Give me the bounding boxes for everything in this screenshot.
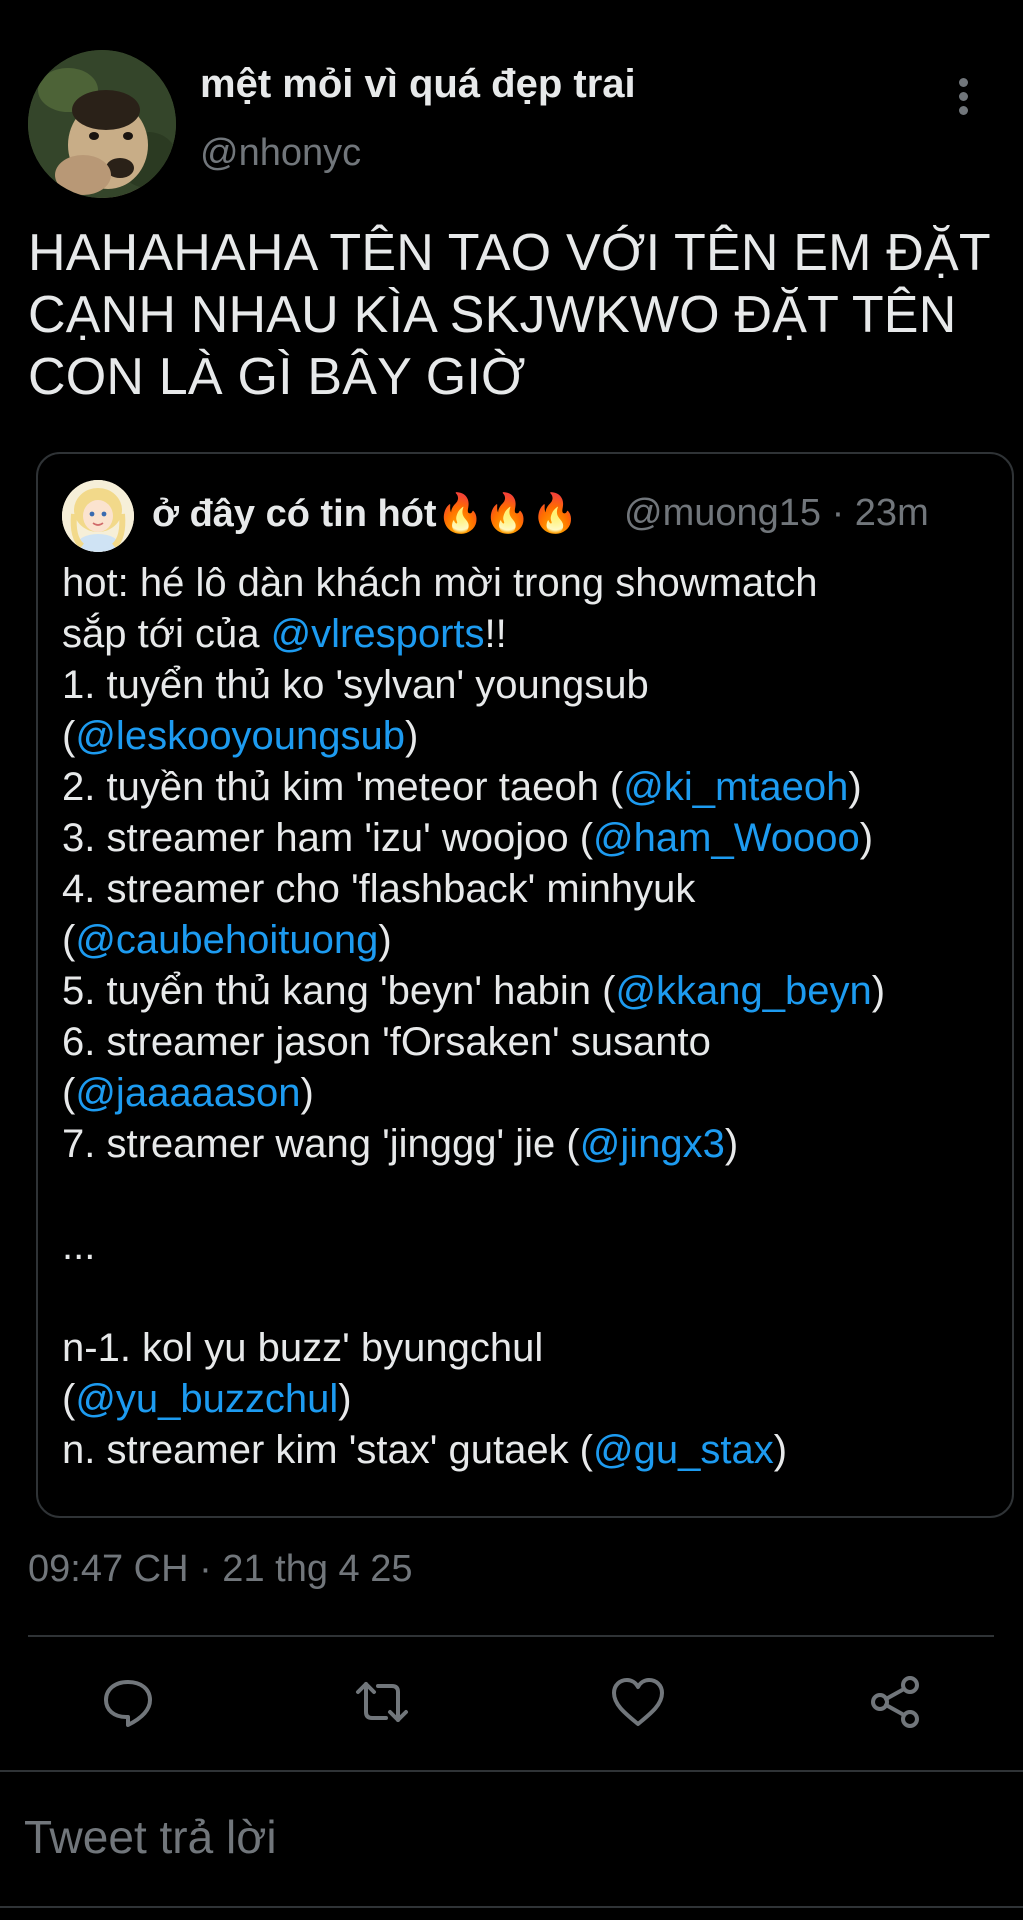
mention-link[interactable]: @jaaaaason xyxy=(75,1071,300,1115)
reply-icon[interactable] xyxy=(98,1672,158,1732)
quoted-text-line: (@yu_buzzchul) xyxy=(62,1374,992,1425)
dog-avatar-image xyxy=(28,50,176,198)
quoted-text: 7. streamer wang 'jinggg' jie ( xyxy=(62,1122,580,1166)
quoted-text: !! xyxy=(484,612,507,656)
quoted-text: 3. streamer ham 'izu' woojoo ( xyxy=(62,816,594,860)
quoted-text: ) xyxy=(300,1071,314,1115)
quoted-text-line: 4. streamer cho 'flashback' minhyuk xyxy=(62,864,992,915)
quoted-text-line xyxy=(62,1272,992,1323)
quoted-text: ( xyxy=(62,1377,76,1421)
quoted-text: 1. tuyển thủ ko 'sylvan' youngsub xyxy=(62,663,649,707)
quoted-text-line: 1. tuyển thủ ko 'sylvan' youngsub xyxy=(62,660,992,711)
quoted-text-line: 6. streamer jason 'fOrsaken' susanto xyxy=(62,1017,992,1068)
like-icon[interactable] xyxy=(608,1672,668,1732)
quoted-text-line: (@jaaaaason) xyxy=(62,1068,992,1119)
tweet-text-line: CON LÀ GÌ BÂY GIỜ xyxy=(28,348,526,406)
mention-link[interactable]: @caubehoituong xyxy=(75,918,378,962)
quoted-author-handle-time[interactable]: @muong15 · 23m xyxy=(624,492,929,535)
quoted-text-line: hot: hé lô dàn khách mời trong showmatch xyxy=(62,558,992,609)
quoted-text: ( xyxy=(62,918,76,962)
quoted-text-line: 5. tuyển thủ kang 'beyn' habin (@kkang_b… xyxy=(62,966,992,1017)
quoted-author-display-name[interactable]: ở đây có tin hót🔥🔥🔥 xyxy=(152,492,579,536)
mention-link[interactable]: @ki_mtaeoh xyxy=(623,765,848,809)
more-options-icon[interactable] xyxy=(948,78,978,120)
quoted-text: 4. streamer cho 'flashback' minhyuk xyxy=(62,867,696,911)
quoted-text: ) xyxy=(724,1122,739,1166)
mention-link[interactable]: @kkang_beyn xyxy=(615,969,871,1013)
quoted-text-line xyxy=(62,1170,992,1221)
quoted-text: ( xyxy=(62,1071,76,1115)
divider xyxy=(0,1770,1023,1772)
quoted-text-line: 3. streamer ham 'izu' woojoo (@ham_Woooo… xyxy=(62,813,992,864)
quoted-text-line: sắp tới của @vlresports!! xyxy=(62,609,992,660)
quoted-text: n. streamer kim 'stax' gutaek ( xyxy=(62,1428,593,1472)
author-handle[interactable]: @nhonyc xyxy=(200,132,361,175)
mention-link[interactable]: @leskooyoungsub xyxy=(75,714,405,758)
tweet-timestamp: 09:47 CH · 21 thg 4 25 xyxy=(28,1548,413,1590)
tweet-text-line: HAHAHAHA TÊN TAO VỚI TÊN EM ĐẶT xyxy=(28,224,991,282)
quoted-text: ) xyxy=(338,1377,352,1421)
quoted-text: ) xyxy=(405,714,419,758)
quoted-text: ) xyxy=(378,918,392,962)
author-display-name[interactable]: mệt mỏi vì quá đẹp trai xyxy=(200,62,636,107)
quoted-text-line: n-1. kol yu buzz' byungchul xyxy=(62,1323,992,1374)
share-icon[interactable] xyxy=(866,1672,926,1732)
divider xyxy=(0,1906,1023,1908)
quoted-text: 5. tuyển thủ kang 'beyn' habin ( xyxy=(62,969,616,1013)
retweet-icon[interactable] xyxy=(352,1672,412,1732)
quoted-text-line: 7. streamer wang 'jinggg' jie (@jingx3) xyxy=(62,1119,992,1170)
mention-link[interactable]: @yu_buzzchul xyxy=(75,1377,338,1421)
quoted-text-line: (@caubehoituong) xyxy=(62,915,992,966)
quoted-text: sắp tới của xyxy=(62,612,271,656)
quoted-text-line: n. streamer kim 'stax' gutaek (@gu_stax) xyxy=(62,1425,992,1476)
quoted-text-line: 2. tuyền thủ kim 'meteor taeoh (@ki_mtae… xyxy=(62,762,992,813)
quoted-text-line: ... xyxy=(62,1221,992,1272)
quoted-author-avatar[interactable] xyxy=(62,480,134,552)
quoted-tweet-text: hot: hé lô dàn khách mời trong showmatch… xyxy=(62,558,992,1476)
tweet-header: mệt mỏi vì quá đẹp trai @nhonyc xyxy=(0,0,1023,200)
tweet-text-line: CẠNH NHAU KÌA SKJWKWO ĐẶT TÊN xyxy=(28,286,957,344)
quoted-text: ) xyxy=(859,816,874,860)
quoted-text: ) xyxy=(848,765,862,809)
quoted-text: ) xyxy=(773,1428,788,1472)
quoted-text: n-1. kol yu buzz' byungchul xyxy=(62,1326,544,1370)
author-avatar[interactable] xyxy=(28,50,176,198)
quoted-text-line: (@leskooyoungsub) xyxy=(62,711,992,762)
tweet-text: HAHAHAHA TÊN TAO VỚI TÊN EM ĐẶT CẠNH NHA… xyxy=(28,222,1008,408)
cartoon-avatar-image xyxy=(62,480,134,552)
mention-link[interactable]: @jingx3 xyxy=(580,1122,725,1166)
quoted-text: ( xyxy=(62,714,76,758)
divider xyxy=(28,1635,994,1637)
reply-input[interactable]: Tweet trả lời xyxy=(24,1810,277,1864)
quoted-text: 6. streamer jason 'fOrsaken' susanto xyxy=(62,1020,711,1064)
quoted-text: ... xyxy=(62,1224,96,1268)
quoted-text: 2. tuyền thủ kim 'meteor taeoh ( xyxy=(62,765,624,809)
quoted-text: ) xyxy=(871,969,886,1013)
mention-link[interactable]: @gu_stax xyxy=(593,1428,774,1472)
quoted-text: hot: hé lô dàn khách mời trong showmatch xyxy=(62,561,818,605)
quoted-tweet-card[interactable]: ở đây có tin hót🔥🔥🔥 @muong15 · 23m hot: … xyxy=(36,452,1014,1518)
mention-link[interactable]: @vlresports xyxy=(271,612,485,656)
mention-link[interactable]: @ham_Woooo xyxy=(593,816,860,860)
